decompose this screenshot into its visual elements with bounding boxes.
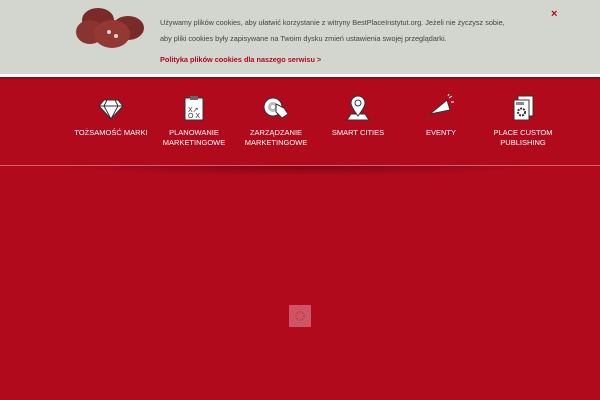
spinner-icon — [295, 311, 305, 321]
nav-item-tozsamosc-marki[interactable]: Tożsamość marki — [66, 94, 156, 138]
nav-label: Smart cities — [331, 128, 385, 137]
nav-item-eventy[interactable]: Eventy — [396, 94, 486, 138]
clipboard-plan-icon: x↗o x — [184, 96, 204, 121]
svg-text:o x: o x — [188, 113, 200, 120]
cookie-banner: Używamy plików cookies, aby ułatwić korz… — [0, 0, 600, 74]
nav-item-place-custom-publishing[interactable]: Place custom publishing — [478, 94, 568, 148]
megaphone-icon — [429, 94, 454, 115]
cookies-image — [76, 8, 144, 48]
nav-item-zarzadzanie[interactable]: Zarządzanie marketingowe — [231, 94, 321, 148]
nav-label: Planowanie marketingowe — [162, 128, 226, 147]
document-gear-icon — [513, 95, 534, 121]
cookie-text-line2: aby pliki cookies były zapisywane na Two… — [160, 34, 447, 43]
nav-label: Eventy — [425, 128, 456, 137]
loading-spinner — [289, 305, 311, 327]
nav-item-planowanie[interactable]: x↗ o x Planowanie marketingowe — [149, 94, 239, 148]
cookie-policy-link[interactable]: Polityka plików cookies dla naszego serw… — [160, 55, 321, 64]
divider — [0, 77, 600, 79]
close-icon[interactable]: × — [551, 8, 557, 20]
nav-label: Zarządzanie marketingowe — [244, 128, 308, 147]
map-pin-icon — [346, 95, 370, 121]
cookie-text-line1: Używamy plików cookies, aby ułatwić korz… — [160, 18, 505, 27]
nav-label: Place custom publishing — [493, 128, 553, 147]
target-hand-icon — [263, 97, 289, 119]
nav-label: Tożsamość marki — [74, 128, 148, 137]
shadow — [60, 166, 540, 176]
nav-item-smart-cities[interactable]: Smart cities — [313, 94, 403, 138]
diamond-icon — [98, 99, 124, 121]
